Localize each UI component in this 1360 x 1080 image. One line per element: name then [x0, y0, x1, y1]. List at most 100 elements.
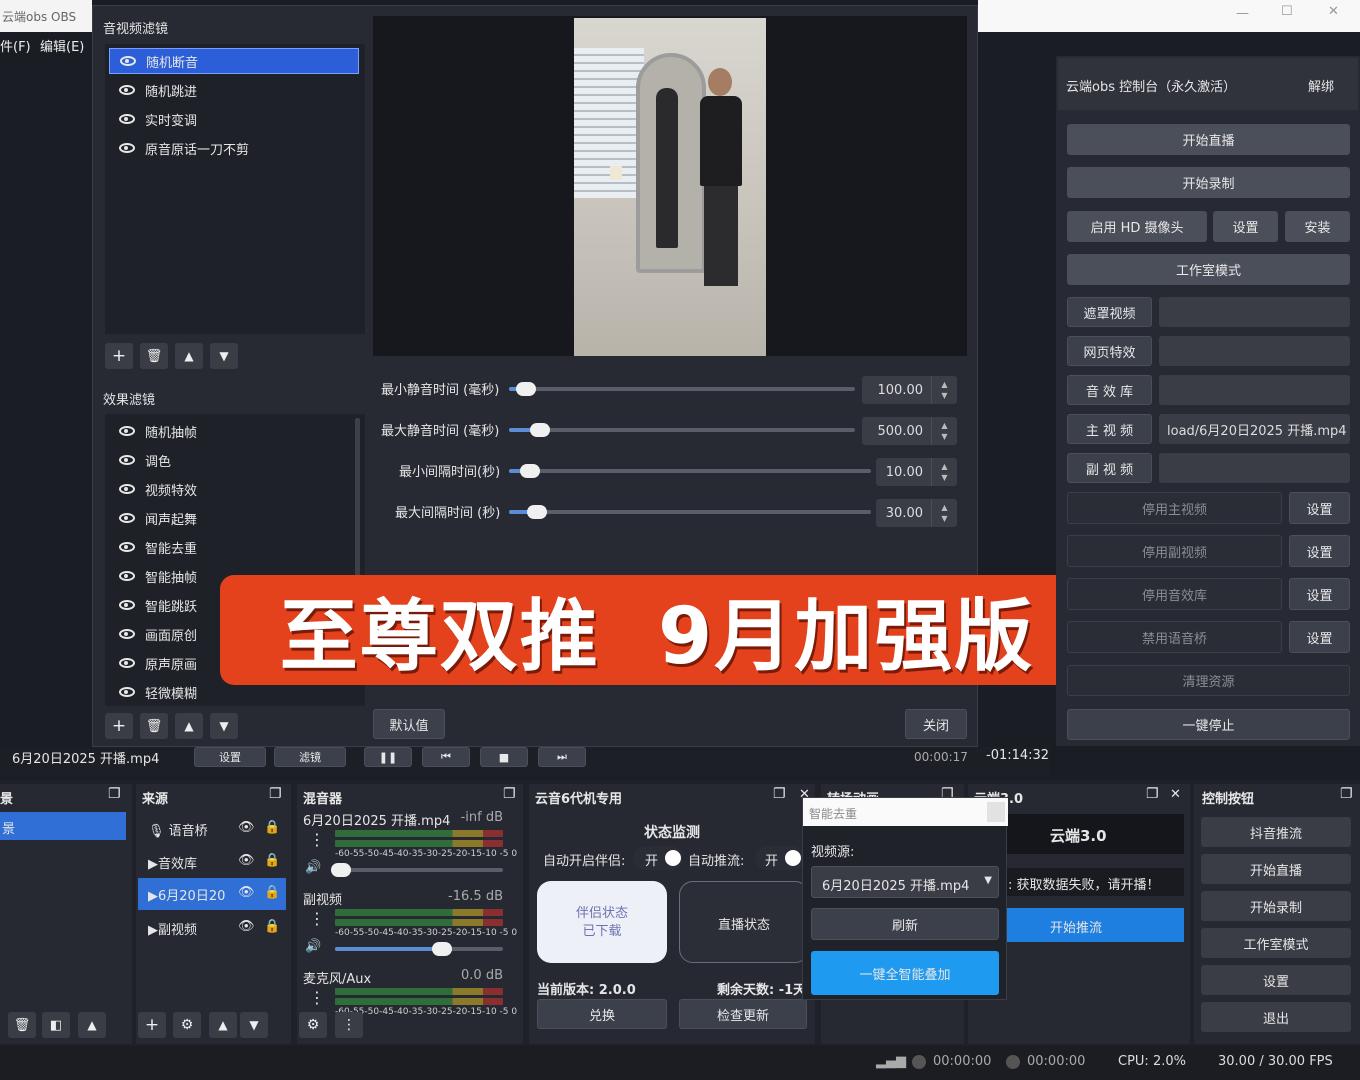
param-slider[interactable] [509, 423, 855, 437]
hd-camera-button[interactable]: 启用 HD 摄像头 [1067, 211, 1207, 242]
filter-item[interactable]: 随机抽帧 [119, 418, 197, 444]
channel-menu-icon[interactable]: ⋮ [309, 988, 325, 1007]
playback-filters-button[interactable]: 滤镜 [274, 747, 346, 767]
volume-slider[interactable] [335, 942, 503, 956]
move-up-icon[interactable]: ▲ [175, 343, 203, 369]
cp-row-field[interactable] [1159, 375, 1350, 405]
filter-item[interactable]: 调色 [119, 447, 171, 473]
eye-icon[interactable] [119, 455, 135, 465]
filter-item[interactable]: 画面原创 [119, 621, 197, 647]
filter-item[interactable]: 原声原画 [119, 650, 197, 676]
studio-mode-button[interactable]: 工作室模式 [1067, 254, 1350, 285]
speaker-icon[interactable]: 🔊 [305, 860, 321, 875]
source-item[interactable]: ▶音效库 👁 🔒 [138, 847, 286, 877]
move-down-icon[interactable]: ▼ [210, 343, 238, 369]
add-icon[interactable]: + [105, 713, 133, 739]
move-down-icon[interactable]: ▼ [210, 713, 238, 739]
exchange-button[interactable]: 兑换 [537, 999, 667, 1029]
control-button[interactable]: 开始录制 [1201, 891, 1351, 921]
cp-toggle-button[interactable]: 禁用语音桥 [1067, 621, 1282, 653]
minimize-icon[interactable]: — [1236, 6, 1249, 21]
cp-row-field[interactable] [1159, 336, 1350, 366]
eye-icon[interactable] [119, 426, 135, 436]
popup-search-input[interactable]: 智能去重 [803, 798, 1008, 826]
add-icon[interactable]: + [138, 1012, 166, 1038]
trash-icon[interactable]: 🗑 [140, 713, 168, 739]
filter-icon[interactable]: ◧ [42, 1012, 70, 1038]
move-up-icon[interactable]: ▲ [175, 713, 203, 739]
move-up-icon[interactable]: ▲ [78, 1012, 106, 1038]
trash-icon[interactable]: 🗑 [8, 1012, 36, 1038]
undock-icon[interactable]: ❐ [773, 786, 786, 802]
start-push-button[interactable]: 开始推流 [1006, 908, 1184, 942]
source-item-selected[interactable]: ▶6月20日20 👁 🔒 [138, 878, 286, 910]
cp-toggle-button[interactable]: 停用主视频 [1067, 492, 1282, 524]
lock-icon[interactable]: 🔒 [264, 885, 280, 900]
stop-button[interactable]: ■ [480, 747, 528, 767]
undock-icon[interactable]: ❐ [108, 786, 121, 802]
filter-item[interactable]: 随机跳进 [119, 77, 197, 103]
partner-status-card[interactable]: 伴侣状态 已下载 [537, 881, 667, 963]
spin-arrows-icon[interactable]: ▲ ▼ [931, 417, 957, 445]
filter-item[interactable]: 原音原话一刀不剪 [119, 135, 249, 161]
filter-item[interactable]: 实时变调 [119, 106, 197, 132]
speaker-icon[interactable]: 🔊 [305, 939, 321, 954]
volume-slider-knob[interactable] [431, 942, 452, 956]
channel-menu-icon[interactable]: ⋮ [309, 830, 325, 849]
eye-icon[interactable] [119, 600, 135, 610]
eye-icon[interactable] [119, 513, 135, 523]
channel-menu-icon[interactable]: ⋮ [309, 909, 325, 928]
filter-item[interactable]: 视频特效 [119, 476, 197, 502]
volume-slider[interactable] [331, 863, 503, 877]
cp-toggle-button[interactable]: 停用音效库 [1067, 578, 1282, 610]
gear-icon[interactable]: ⚙ [173, 1012, 201, 1038]
cp-toggle-settings-button[interactable]: 设置 [1289, 492, 1350, 524]
eye-icon[interactable] [119, 658, 135, 668]
undock-icon[interactable]: ❐ [269, 786, 282, 802]
prev-button[interactable]: ⏮ [422, 747, 470, 767]
lock-icon[interactable]: 🔒 [264, 820, 280, 835]
live-status-card[interactable]: 直播状态 [679, 881, 809, 963]
undock-icon[interactable]: ❐ [503, 786, 516, 802]
cp-row-button[interactable]: 副 视 频 [1067, 453, 1152, 483]
add-icon[interactable]: + [105, 343, 133, 369]
check-update-button[interactable]: 检查更新 [679, 999, 807, 1029]
eye-icon[interactable] [119, 687, 135, 697]
close-dialog-button[interactable]: 关闭 [905, 709, 967, 739]
eye-icon[interactable] [119, 571, 135, 581]
param-slider-knob[interactable] [519, 464, 540, 478]
control-button[interactable]: 工作室模式 [1201, 928, 1351, 958]
clean-resources-button[interactable]: 清理资源 [1067, 665, 1350, 696]
filter-item[interactable]: 轻微模糊 [119, 679, 197, 705]
source-select[interactable]: 6月20日2025 开播.mp4 ▼ [811, 866, 999, 898]
scrollbar[interactable] [355, 418, 360, 578]
cp-row-field[interactable] [1159, 453, 1350, 483]
scene-item-selected[interactable]: 景 [0, 812, 126, 840]
cp-row-button[interactable]: 主 视 频 [1067, 414, 1152, 444]
param-slider[interactable] [509, 382, 855, 396]
filter-item-selected[interactable]: 随机断音 [109, 48, 359, 74]
eye-icon[interactable]: 👁 [238, 885, 255, 900]
eye-icon[interactable] [119, 484, 135, 494]
close-icon[interactable]: ✕ [1328, 4, 1339, 19]
eye-icon[interactable] [120, 56, 136, 66]
cp-toggle-button[interactable]: 停用副视频 [1067, 535, 1282, 567]
eye-icon[interactable]: 👁 [238, 919, 255, 934]
control-button[interactable]: 退出 [1201, 1002, 1351, 1032]
param-spinbox[interactable]: 10.00 ▲ ▼ [876, 458, 957, 486]
playback-settings-button[interactable]: 设置 [194, 747, 266, 767]
defaults-button[interactable]: 默认值 [373, 709, 445, 739]
param-spinbox[interactable]: 30.00 ▲ ▼ [876, 499, 957, 527]
filter-item[interactable]: 智能抽帧 [119, 563, 197, 589]
param-spinbox[interactable]: 500.00 ▲ ▼ [862, 417, 957, 445]
source-item[interactable]: ▶副视频 👁 🔒 [138, 913, 286, 943]
eye-icon[interactable] [119, 629, 135, 639]
filter-item[interactable]: 闻声起舞 [119, 505, 197, 531]
trash-icon[interactable]: 🗑 [140, 343, 168, 369]
smart-overlay-button[interactable]: 一键全智能叠加 [811, 951, 999, 995]
move-up-icon[interactable]: ▲ [209, 1012, 237, 1038]
move-down-icon[interactable]: ▼ [240, 1012, 268, 1038]
close-icon[interactable]: ✕ [1170, 787, 1181, 802]
popup-search-scroll[interactable] [987, 802, 1005, 822]
param-slider-knob[interactable] [529, 423, 550, 437]
